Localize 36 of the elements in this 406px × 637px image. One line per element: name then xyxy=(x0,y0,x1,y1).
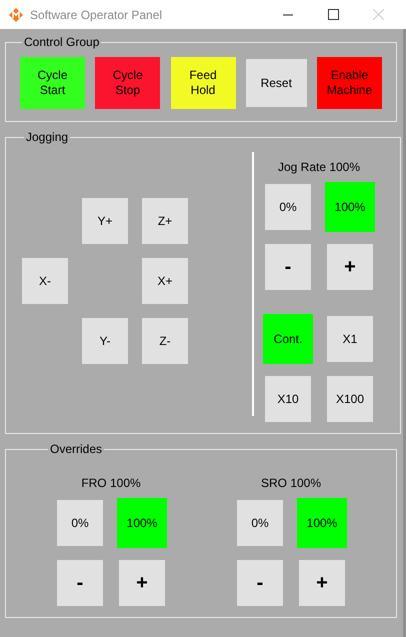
control-button[interactable]: Cycle Start xyxy=(20,57,85,109)
jog-button[interactable]: Z+ xyxy=(142,198,188,244)
increment-button[interactable]: X100 xyxy=(327,376,373,422)
group-title: Jogging xyxy=(25,129,70,146)
step-button[interactable]: + xyxy=(327,244,373,290)
increment-button[interactable]: X1 xyxy=(327,316,373,362)
increment-button[interactable]: Cont. xyxy=(263,314,313,364)
control-button[interactable]: Cycle Stop xyxy=(95,57,160,109)
preset-button[interactable]: 0% xyxy=(265,184,311,230)
control-button[interactable]: Reset xyxy=(246,59,307,107)
step-button[interactable]: - xyxy=(265,244,311,290)
jog-button[interactable]: X- xyxy=(22,258,68,304)
rate-label: SRO 100% xyxy=(260,475,322,492)
control-button[interactable]: Feed Hold xyxy=(170,57,236,109)
jog-button[interactable]: Y- xyxy=(82,318,128,364)
step-button[interactable]: + xyxy=(119,560,165,606)
maximize-icon[interactable] xyxy=(328,9,339,20)
rate-label: Jog Rate 100% xyxy=(278,159,360,176)
jog-button[interactable]: Z- xyxy=(142,318,188,364)
preset-button[interactable]: 100% xyxy=(117,498,167,548)
group-title: Overrides xyxy=(49,441,104,458)
group-title: Control Group xyxy=(23,34,100,51)
increment-button[interactable]: X10 xyxy=(265,376,311,422)
app-logo-icon xyxy=(8,6,24,22)
jog-button[interactable]: Y+ xyxy=(82,198,128,244)
preset-button[interactable]: 0% xyxy=(237,500,283,546)
step-button[interactable]: - xyxy=(237,560,283,606)
jog-button[interactable]: X+ xyxy=(142,258,188,304)
step-button[interactable]: - xyxy=(57,560,103,606)
preset-button[interactable]: 100% xyxy=(297,498,347,548)
preset-button[interactable]: 100% xyxy=(325,182,375,232)
preset-button[interactable]: 0% xyxy=(57,500,103,546)
step-button[interactable]: + xyxy=(299,560,345,606)
control-button[interactable]: Enable Machine xyxy=(317,57,382,109)
rate-label: FRO 100% xyxy=(81,475,141,492)
window-title: Software Operator Panel xyxy=(30,6,162,24)
